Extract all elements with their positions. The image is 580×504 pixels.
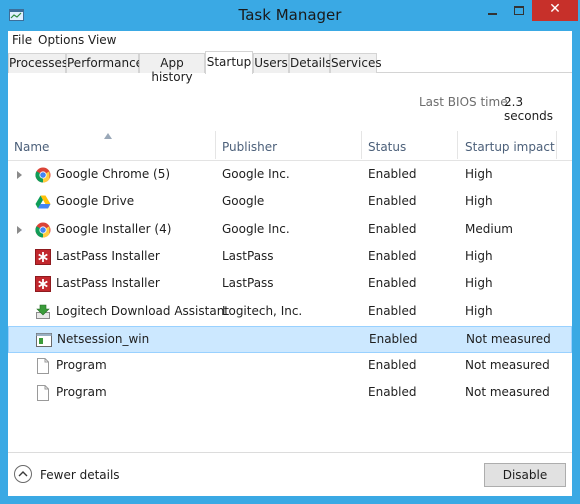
expand-arrow-icon[interactable]: [17, 171, 22, 179]
row-status: Enabled: [368, 194, 417, 209]
google-drive-icon: [35, 194, 51, 210]
table-row[interactable]: Program Enabled Not measured: [8, 353, 572, 380]
table-row[interactable]: LastPass Installer LastPass Enabled High: [8, 271, 572, 298]
table-row[interactable]: Logitech Download Assistant Logitech, Inc…: [8, 299, 572, 326]
menu-options[interactable]: Options: [38, 33, 84, 47]
installer-download-icon: [35, 304, 51, 320]
row-status: Enabled: [368, 385, 417, 400]
google-installer-icon: [35, 222, 51, 238]
tab-app-history[interactable]: App history: [139, 53, 205, 84]
row-startup-impact: High: [465, 248, 493, 263]
title-bar[interactable]: Task Manager ✕: [0, 0, 580, 31]
row-startup-impact: High: [465, 194, 493, 209]
row-status: Enabled: [368, 276, 417, 291]
row-name: Program: [56, 385, 107, 400]
table-row[interactable]: Program Enabled Not measured: [8, 380, 572, 407]
sort-indicator-icon: [104, 133, 112, 139]
row-startup-impact: Not measured: [465, 385, 550, 400]
row-status: Enabled: [368, 167, 417, 181]
tab-processes[interactable]: Processes: [8, 53, 68, 73]
row-startup-impact: High: [465, 303, 493, 318]
chrome-icon: [35, 167, 51, 183]
row-name: Netsession_win: [57, 331, 150, 346]
row-startup-impact: Medium: [465, 221, 513, 236]
bios-time-value: 2.3 seconds: [504, 95, 554, 123]
table-row[interactable]: Netsession_win Enabled Not measured: [8, 325, 572, 353]
minimize-icon: [488, 13, 497, 15]
blank-file-icon: [35, 385, 51, 402]
row-publisher: LastPass: [222, 248, 274, 263]
row-publisher: Google: [222, 194, 265, 209]
column-startup-impact[interactable]: Startup impact: [465, 140, 555, 154]
maximize-icon: [514, 6, 524, 15]
row-name: Logitech Download Assistant: [56, 303, 230, 318]
close-button[interactable]: ✕: [532, 0, 578, 21]
row-name: LastPass Installer: [56, 248, 160, 263]
chevron-up-circle-icon[interactable]: [14, 465, 32, 483]
disable-button[interactable]: Disable: [484, 463, 566, 487]
tab-services[interactable]: Services: [330, 53, 382, 73]
lastpass-icon: [35, 248, 51, 265]
row-name: Google Installer (4): [56, 221, 172, 236]
column-status[interactable]: Status: [368, 140, 406, 154]
tab-bar: Processes Performance App history Startu…: [8, 51, 572, 84]
table-row[interactable]: Google Installer (4) Google Inc. Enabled Me…: [8, 217, 572, 244]
task-manager-window: Task Manager ✕ File Options View Process…: [0, 0, 580, 504]
column-name[interactable]: Name: [14, 140, 49, 154]
column-divider[interactable]: [457, 131, 458, 159]
tab-performance[interactable]: Performance: [66, 53, 143, 73]
close-icon: ✕: [549, 1, 561, 17]
row-name: Program: [56, 358, 107, 373]
fewer-details-link[interactable]: Fewer details: [40, 468, 120, 482]
tab-details[interactable]: Details: [289, 53, 332, 73]
menu-view[interactable]: View: [88, 33, 116, 47]
app-window-icon: [36, 332, 52, 348]
tab-startup[interactable]: Startup: [205, 51, 253, 74]
row-publisher: Google Inc.: [222, 167, 290, 181]
row-publisher: Logitech, Inc.: [222, 303, 303, 318]
row-name: Google Drive: [56, 194, 135, 209]
footer-bar: Fewer details Disable: [8, 452, 572, 496]
column-divider[interactable]: [361, 131, 362, 159]
row-startup-impact: High: [465, 276, 493, 291]
column-divider[interactable]: [215, 131, 216, 159]
lastpass-icon: [35, 276, 51, 293]
row-startup-impact: Not measured: [466, 331, 551, 346]
row-startup-impact: Not measured: [465, 358, 550, 373]
menu-bar: File Options View: [8, 31, 572, 51]
minimize-button[interactable]: [479, 0, 506, 21]
row-startup-impact: High: [465, 167, 493, 181]
table-row[interactable]: Google Chrome (5) Google Inc. Enabled High: [8, 162, 572, 189]
table-row[interactable]: Google Drive Google Enabled High: [8, 189, 572, 216]
maximize-button[interactable]: [506, 0, 532, 21]
row-status: Enabled: [368, 303, 417, 318]
blank-file-icon: [35, 358, 51, 375]
row-status: Enabled: [369, 331, 418, 346]
table-row[interactable]: LastPass Installer LastPass Enabled High: [8, 244, 572, 271]
column-publisher[interactable]: Publisher: [222, 140, 277, 154]
expand-arrow-icon[interactable]: [17, 225, 22, 234]
row-publisher: LastPass: [222, 276, 274, 291]
bios-time-label: Last BIOS time:: [419, 95, 512, 109]
column-divider[interactable]: [556, 131, 557, 159]
menu-file[interactable]: File: [12, 33, 32, 47]
row-name: LastPass Installer: [56, 276, 160, 291]
row-publisher: Google Inc.: [222, 221, 290, 236]
row-status: Enabled: [368, 221, 417, 236]
row-name: Google Chrome (5): [56, 167, 171, 181]
row-status: Enabled: [368, 248, 417, 263]
column-header-row: Name Publisher Status Startup impact: [8, 131, 572, 161]
tab-users[interactable]: Users: [253, 53, 289, 73]
client-area: File Options View Processes Performance …: [8, 31, 572, 496]
row-status: Enabled: [368, 358, 417, 373]
